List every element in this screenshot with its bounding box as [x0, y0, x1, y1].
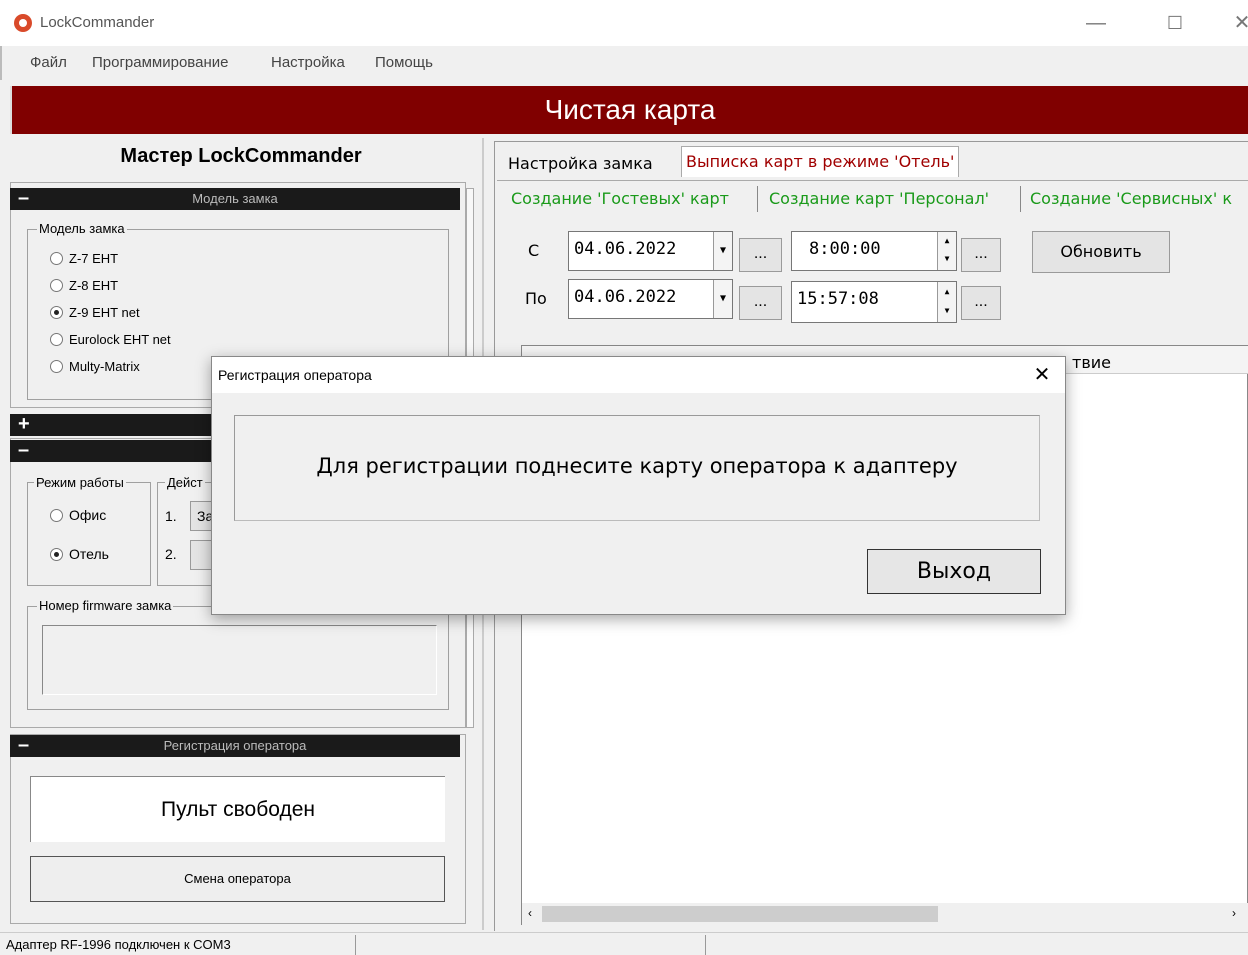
dialog-message: Для регистрации поднесите карту оператор… [316, 454, 958, 478]
spinner-icon[interactable]: ▲ ▼ [937, 282, 956, 322]
firmware-group-label: Номер firmware замка [37, 598, 174, 613]
radio-z7[interactable]: Z-7 EHT [50, 251, 118, 266]
from-time-button[interactable]: ... [961, 238, 1001, 272]
window-title: LockCommander [40, 14, 155, 31]
actions-group [157, 482, 217, 586]
from-date-picker-button[interactable]: ... [739, 238, 782, 272]
scroll-right-icon[interactable]: › [1232, 906, 1236, 920]
radio-multymatrix[interactable]: Multy-Matrix [50, 359, 140, 374]
dialog-message-box: Для регистрации поднесите карту оператор… [234, 415, 1040, 521]
radio-z8[interactable]: Z-8 EHT [50, 278, 118, 293]
mode-group [27, 482, 151, 586]
to-date-picker-button[interactable]: ... [739, 286, 782, 320]
refresh-button[interactable]: Обновить [1032, 231, 1170, 273]
chevron-down-icon[interactable]: ▼ [713, 232, 732, 270]
left-panel-title: Мастер LockCommander [120, 145, 362, 167]
lock-model-section-header[interactable]: – Модель замка [10, 188, 460, 210]
title-bar: LockCommander — ☐ ✕ [0, 0, 1248, 46]
close-button[interactable]: ✕ [1222, 8, 1248, 38]
actions-group-label: Дейст [165, 475, 205, 490]
action-1-number: 1. [165, 508, 177, 524]
firmware-number-field [42, 625, 437, 695]
exit-button[interactable]: Выход [867, 549, 1041, 594]
to-time-field[interactable]: 15:57:08 ▲ ▼ [791, 281, 957, 323]
mode-group-label: Режим работы [34, 475, 126, 490]
from-time-field[interactable]: 8:00:00 ▲ ▼ [791, 231, 957, 271]
chevron-down-icon[interactable]: ▼ [713, 280, 732, 318]
minimize-button[interactable]: — [1076, 8, 1116, 38]
scroll-left-icon[interactable]: ‹ [528, 906, 532, 920]
radio-hotel[interactable]: Отель [50, 546, 109, 562]
menu-programming[interactable]: Программирование [92, 54, 228, 71]
maximize-button[interactable]: ☐ [1155, 8, 1195, 38]
subtab-separator [1020, 186, 1021, 212]
status-separator [355, 935, 356, 955]
table-col-action[interactable]: твие [1072, 353, 1111, 372]
from-date-field[interactable]: 04.06.2022 ▼ [568, 231, 733, 271]
lock-model-group-label: Модель замка [37, 221, 127, 236]
radio-office[interactable]: Офис [50, 507, 106, 523]
dialog-close-icon[interactable]: ✕ [1027, 361, 1057, 389]
action-2-number: 2. [165, 546, 177, 562]
menu-settings[interactable]: Настройка [271, 54, 345, 71]
operator-registration-dialog: Регистрация оператора ✕ Для регистрации … [211, 356, 1066, 615]
menu-file[interactable]: Файл [30, 54, 67, 71]
operator-section-header[interactable]: – Регистрация оператора [10, 735, 460, 757]
tab-hotel-cards[interactable]: Выписка карт в режиме 'Отель' [681, 146, 960, 177]
radio-z9[interactable]: Z-9 EHT net [50, 305, 140, 320]
subtab-staff-cards[interactable]: Создание карт 'Персонал' [765, 184, 993, 214]
change-operator-button[interactable]: Смена оператора [30, 856, 445, 902]
subtab-guest-cards[interactable]: Создание 'Гостевых' карт [507, 184, 733, 214]
banner-text: Чистая карта [544, 94, 716, 125]
tab-lock-settings[interactable]: Настройка замка [504, 149, 657, 179]
spinner-icon[interactable]: ▲ ▼ [937, 232, 956, 270]
dialog-title: Регистрация оператора [218, 367, 372, 383]
to-time-button[interactable]: ... [961, 286, 1001, 320]
scrollbar-thumb[interactable] [542, 906, 938, 922]
dialog-title-bar: Регистрация оператора ✕ [212, 357, 1065, 393]
from-label: С [528, 241, 540, 260]
console-status: Пульт свободен [30, 776, 445, 842]
to-date-field[interactable]: 04.06.2022 ▼ [568, 279, 733, 319]
subtab-separator [757, 186, 758, 212]
subtab-service-cards[interactable]: Создание 'Сервисных' к [1026, 184, 1236, 214]
to-label: По [525, 289, 547, 308]
status-separator [705, 935, 706, 955]
status-bar: Адаптер RF-1996 подключен к COM3 [0, 932, 1248, 955]
status-banner: Чистая карта [10, 86, 1248, 134]
menu-bar: Файл Программирование Настройка Помощь [0, 46, 1248, 80]
status-text: Адаптер RF-1996 подключен к COM3 [6, 937, 231, 952]
radio-eurolock[interactable]: Eurolock EHT net [50, 332, 171, 347]
tab-divider [497, 180, 1248, 181]
menu-help[interactable]: Помощь [375, 54, 433, 71]
app-logo-icon [14, 14, 32, 32]
